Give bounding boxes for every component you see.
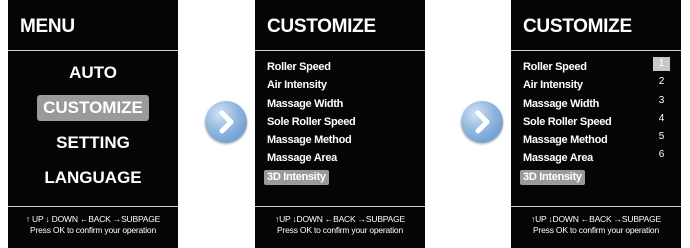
- list-item-label: 3D Intensity: [520, 169, 585, 185]
- main-menu-list: AUTO CUSTOMIZE SETTING LANGUAGE: [8, 60, 178, 200]
- divider: [511, 206, 681, 207]
- setting-value-selected[interactable]: 1: [653, 57, 670, 71]
- footer-confirm-hint: Press OK to confirm your operation: [30, 225, 156, 235]
- list-item[interactable]: Massage Method: [267, 130, 425, 148]
- list-item[interactable]: Massage Area 6: [523, 148, 681, 166]
- footer-help: ↑UP ↓DOWN ←BACK →SUBPAGE Press OK to con…: [255, 214, 425, 236]
- list-item[interactable]: Massage Width 3: [523, 94, 681, 112]
- list-item-selected[interactable]: 3D Intensity: [264, 167, 425, 185]
- list-item-label: 3D Intensity: [264, 169, 329, 185]
- menu-item-language[interactable]: LANGUAGE: [38, 165, 147, 191]
- list-item-label: Air Intensity: [267, 79, 327, 92]
- customize-list: Roller Speed 1 Air Intensity 2 Massage Wid…: [520, 57, 681, 185]
- footer-help: ↑ UP ↓ DOWN ←BACK →SUBPAGE Press OK to c…: [8, 214, 178, 236]
- footer-nav-hint: ↑UP ↓DOWN ←BACK →SUBPAGE: [275, 214, 405, 224]
- screen-title: MENU: [20, 16, 75, 37]
- menu-item-customize[interactable]: CUSTOMIZE: [37, 95, 149, 121]
- chevron-right-icon: [461, 101, 503, 143]
- list-item-label: Air Intensity: [523, 79, 583, 92]
- menu-screen: MENU AUTO CUSTOMIZE SETTING LANGUAGE ↑ U…: [8, 0, 178, 248]
- list-item[interactable]: Massage Method 5: [523, 130, 681, 148]
- menu-item-auto[interactable]: AUTO: [63, 60, 123, 86]
- divider: [8, 206, 178, 207]
- screen-title: CUSTOMIZE: [267, 16, 376, 37]
- list-item-label: Massage Width: [267, 97, 344, 110]
- list-item-label: Massage Method: [267, 134, 352, 147]
- footer-confirm-hint: Press OK to confirm your operation: [277, 225, 403, 235]
- list-item[interactable]: Massage Area: [267, 148, 425, 166]
- list-item-label: Massage Area: [267, 152, 337, 165]
- list-item[interactable]: Roller Speed: [267, 57, 425, 75]
- list-item-label: Massage Width: [523, 97, 600, 110]
- list-item[interactable]: Sole Roller Speed: [267, 112, 425, 130]
- list-item[interactable]: Sole Roller Speed 4: [523, 112, 681, 130]
- divider: [255, 50, 425, 51]
- divider: [8, 50, 178, 51]
- setting-value[interactable]: 3: [653, 94, 670, 108]
- list-item-label: Roller Speed: [267, 61, 331, 73]
- footer-confirm-hint: Press OK to confirm your operation: [533, 225, 659, 235]
- list-item[interactable]: Massage Width: [267, 94, 425, 112]
- menu-item-setting[interactable]: SETTING: [50, 130, 136, 156]
- setting-value[interactable]: 5: [653, 130, 670, 144]
- footer-help: ↑UP ↓DOWN ←BACK →SUBPAGE Press OK to con…: [511, 214, 681, 236]
- list-item-label: Sole Roller Speed: [267, 115, 356, 128]
- list-item-label: Massage Area: [523, 152, 593, 165]
- list-item-label: Massage Method: [523, 134, 608, 147]
- list-item[interactable]: Air Intensity: [267, 75, 425, 93]
- customize-screen: CUSTOMIZE Roller Speed Air Intensity Mas…: [255, 0, 425, 248]
- divider: [511, 50, 681, 51]
- customize-list: Roller Speed Air Intensity Massage Width…: [264, 57, 425, 185]
- screen-title: CUSTOMIZE: [523, 16, 632, 37]
- footer-nav-hint: ↑UP ↓DOWN ←BACK →SUBPAGE: [531, 214, 661, 224]
- list-item-label: Roller Speed: [523, 61, 587, 73]
- setting-value[interactable]: 4: [653, 112, 670, 126]
- setting-value[interactable]: 2: [653, 75, 670, 89]
- setting-value[interactable]: 6: [653, 148, 670, 162]
- customize-values-screen: CUSTOMIZE Roller Speed 1 Air Intensity 2 M…: [511, 0, 681, 248]
- list-item[interactable]: Air Intensity 2: [523, 75, 681, 93]
- list-item-label: Sole Roller Speed: [523, 115, 612, 128]
- divider: [255, 206, 425, 207]
- list-item-selected[interactable]: 3D Intensity: [520, 167, 681, 185]
- list-item[interactable]: Roller Speed 1: [523, 57, 681, 75]
- chevron-right-icon: [205, 101, 247, 143]
- footer-nav-hint: ↑ UP ↓ DOWN ←BACK →SUBPAGE: [25, 214, 161, 224]
